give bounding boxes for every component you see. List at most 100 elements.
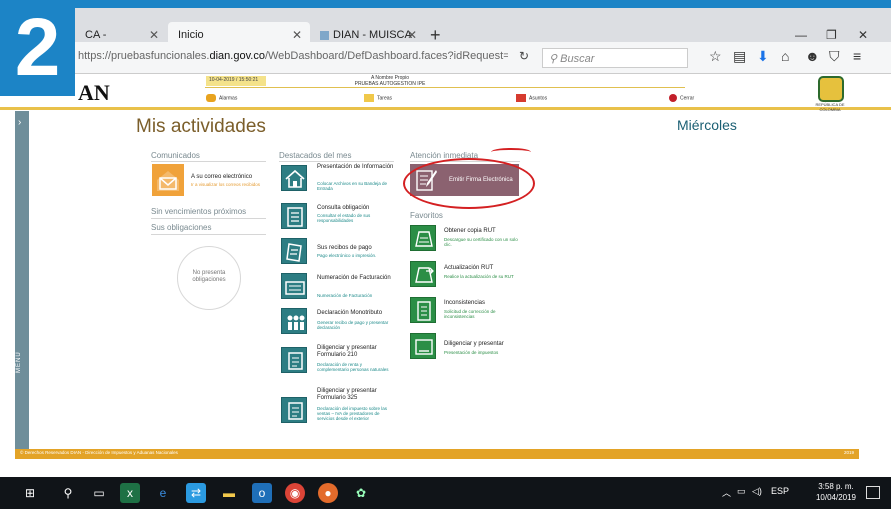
teamviewer-icon[interactable]: ⇄ [186,483,206,503]
tile-desc: Colocar Archivos en su Bandeja de Entrad… [317,181,388,191]
side-menu[interactable]: › MENÚ [15,111,29,449]
no-obligaciones-badge: No presenta obligaciones [177,246,241,310]
form-210-icon[interactable] [281,347,307,373]
file-icon [320,30,329,40]
house-icon[interactable] [281,165,307,191]
page-title: Mis actividades [136,116,266,137]
mail-icon[interactable] [152,164,184,196]
chat-icon[interactable]: ☻ [805,48,820,64]
tile-title[interactable]: Consulta obligación [317,205,395,212]
rut-copy-icon[interactable] [410,225,436,251]
tile-title[interactable]: Diligenciar y presentar Formulario 210 [317,345,397,359]
asuntos-link[interactable]: Asuntos [516,94,547,102]
form-325-icon[interactable] [281,397,307,423]
fav-title[interactable]: Diligenciar y presentar [444,341,504,347]
tab-label: Inicio [178,29,204,41]
receipt-icon[interactable] [281,238,307,264]
system-clock[interactable]: 3:58 p. m. 10/04/2019 [806,481,866,503]
folder-icon [516,94,526,102]
search-icon[interactable]: ⚲ [58,483,78,503]
power-icon [669,94,677,102]
user-info: A Nombre Propio PRUEBAS AUTOGESTION IPE [354,75,426,87]
tile-title[interactable]: Diligenciar y presentar Formulario 325 [317,388,397,402]
section-destacados: Destacados del mes [279,151,352,160]
step-number-badge: 2 [0,0,75,96]
footer-copyright: © Derechos Reservados DIAN - Dirección d… [20,450,178,455]
fav-title[interactable]: Actualización RUT [444,265,493,271]
tile-desc: Pago electrónico o impresión. [317,253,377,258]
alarm-icon [206,94,216,102]
network-icon[interactable]: ▭ [737,486,746,497]
file-explorer-icon[interactable]: ▬ [219,483,239,503]
ie-icon[interactable]: e [153,483,173,503]
firefox-icon[interactable]: ● [318,483,338,503]
alarmas-link[interactable]: Alarmas [206,94,237,102]
language-indicator[interactable]: ESP [771,486,789,496]
close-icon[interactable]: ✕ [292,28,302,42]
tile-desc: Declaración del impuesto sobre las venta… [317,406,388,421]
bookmark-star-icon[interactable]: ☆ [709,48,722,65]
speaker-icon[interactable]: ◁) [752,486,762,497]
correo-desc: Ir a visualizar los correos recibidos [191,182,261,187]
tile-desc: Declaración de renta y complementario pe… [317,362,389,372]
close-icon[interactable]: ✕ [149,28,159,42]
fav-title[interactable]: Obtener copia RUT [444,228,496,234]
windows-taskbar: ⊞ ⚲ ▭ x e ⇄ ▬ o ◉ ● ✿ ︿ ▭ ◁) ESP 3:58 p.… [0,477,891,509]
task-view-icon[interactable]: ▭ [89,483,109,503]
outlook-icon[interactable]: o [252,483,272,503]
chevron-right-icon[interactable]: › [18,117,21,128]
header-divider [205,87,685,88]
section-comunicados: Comunicados [151,151,200,160]
menu-label: MENÚ [16,351,22,373]
search-input[interactable]: ⚲ Buscar [542,48,688,68]
tile-title[interactable]: Sus recibos de pago [317,245,395,252]
notification-icon[interactable] [866,486,880,499]
search-icon: ⚲ [549,53,561,65]
reload-icon[interactable]: ↻ [519,49,529,63]
chrome-icon[interactable]: ◉ [285,483,305,503]
excel-icon[interactable]: x [120,483,140,503]
divider [151,218,266,219]
download-icon[interactable]: ⬇ [757,48,769,65]
session-datetime: 10-04-2019 / 15:50:21 [206,76,266,86]
windows-start-icon[interactable]: ⊞ [20,483,40,503]
close-window-icon[interactable]: ✕ [858,28,868,42]
tareas-link[interactable]: Tareas [364,94,392,102]
reading-list-icon[interactable]: ▤ [733,48,746,65]
sus-obligaciones: Sus obligaciones [151,223,212,232]
chevron-up-icon[interactable]: ︿ [722,486,731,499]
correo-title[interactable]: A su correo electrónico [191,174,271,181]
dian-header: AN 10-04-2019 / 15:50:21 A Nombre Propio… [0,74,891,112]
fav-title[interactable]: Inconsistencias [444,300,485,306]
navigation-bar: https://pruebasfuncionales.dian.gov.co/W… [0,42,891,74]
restore-icon[interactable]: ❐ [826,28,837,42]
document-list-icon[interactable] [281,203,307,229]
step-badge-bar [0,0,891,8]
address-bar[interactable]: https://pruebasfuncionales.dian.gov.co/W… [78,50,508,68]
menu-icon[interactable]: ≡ [853,48,861,64]
divider [151,161,266,162]
minimize-icon[interactable]: — [795,28,807,42]
invoice-icon[interactable] [281,273,307,299]
tile-title[interactable]: Declaración Monotributo [317,310,397,317]
tile-title[interactable]: Presentación de Información [317,164,395,171]
home-icon[interactable]: ⌂ [781,48,789,64]
divider [151,234,266,235]
diligenciar-icon[interactable] [410,333,436,359]
highlight-stroke [491,148,531,156]
pocket-icon[interactable]: ⛉ [829,48,840,65]
fav-desc: Descargue su certificado con un solo cli… [444,237,518,247]
fav-desc: Realice la actualización de su RUT [444,274,514,279]
tile-desc: Numeración de Facturación [317,293,373,298]
close-icon[interactable]: ✕ [407,28,417,42]
inconsistencias-icon[interactable] [410,297,436,323]
fav-desc: Solicitud de corrección de inconsistenci… [444,309,496,319]
app-icon[interactable]: ✿ [351,483,371,503]
tile-title[interactable]: Numeración de Facturación [317,275,395,282]
fav-desc: Presentación de impuestos [444,350,499,355]
people-icon[interactable] [281,308,307,334]
page-footer: © Derechos Reservados DIAN - Dirección d… [15,449,859,459]
browser-tab-bar: CA - BANDEJA S...✕ Inicio✕ DIAN - MUISCA… [0,8,891,53]
rut-update-icon[interactable] [410,261,436,287]
cerrar-link[interactable]: Cerrar [669,94,694,102]
